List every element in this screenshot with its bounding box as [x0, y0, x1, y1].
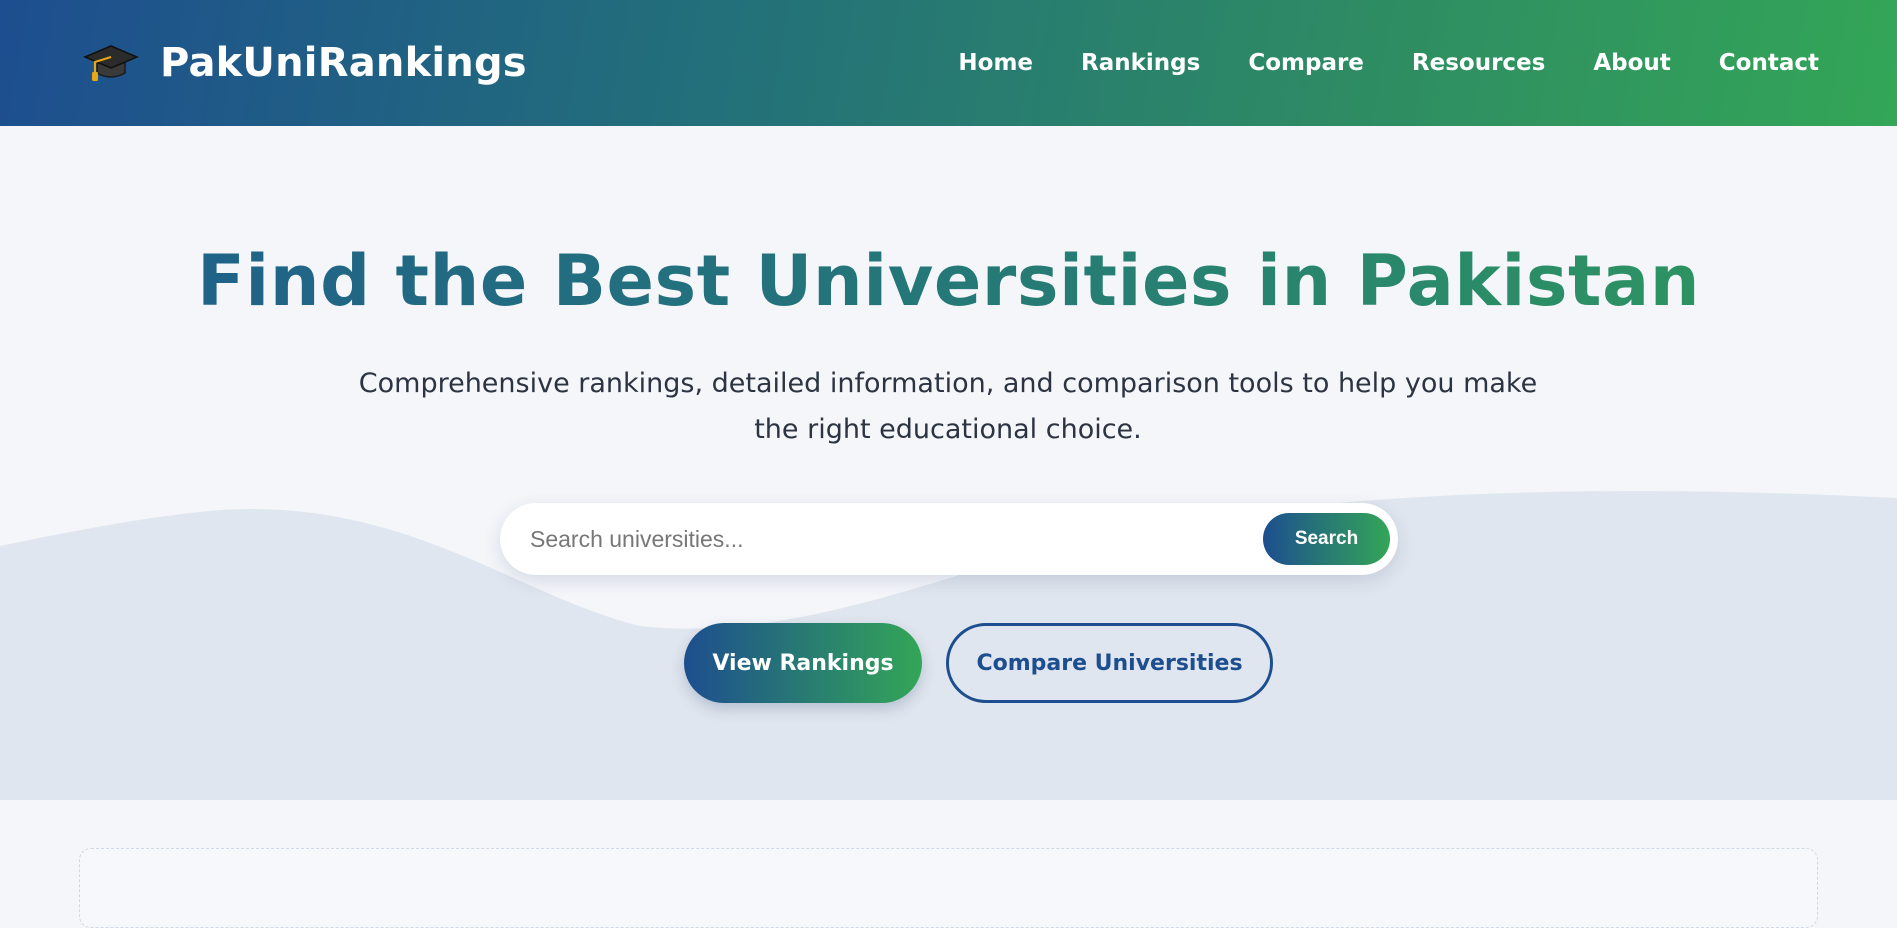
- nav-link-about[interactable]: About: [1593, 50, 1670, 76]
- compare-universities-button[interactable]: Compare Universities: [946, 623, 1273, 703]
- nav-link-compare[interactable]: Compare: [1248, 50, 1364, 76]
- main-nav: Home Rankings Compare Resources About Co…: [958, 50, 1819, 76]
- graduation-cap-icon: [82, 34, 140, 92]
- hero-subtitle: Comprehensive rankings, detailed informa…: [358, 368, 1538, 445]
- hero-title: Find the Best Universities in Pakistan: [0, 236, 1897, 326]
- nav-link-home[interactable]: Home: [958, 50, 1033, 76]
- search-button[interactable]: Search: [1263, 513, 1390, 565]
- view-rankings-button[interactable]: View Rankings: [684, 623, 922, 703]
- search-input[interactable]: [528, 503, 1263, 575]
- brand-name: PakUniRankings: [160, 40, 527, 86]
- top-navbar: PakUniRankings Home Rankings Compare Res…: [0, 0, 1897, 126]
- cta-buttons: View Rankings Compare Universities: [0, 623, 1897, 703]
- search-bar: Search: [500, 503, 1398, 575]
- nav-link-resources[interactable]: Resources: [1412, 50, 1545, 76]
- nav-link-contact[interactable]: Contact: [1719, 50, 1819, 76]
- nav-link-rankings[interactable]: Rankings: [1081, 50, 1200, 76]
- brand-logo-link[interactable]: PakUniRankings: [82, 34, 527, 92]
- content-card: [79, 848, 1818, 928]
- hero-section: Find the Best Universities in Pakistan C…: [0, 126, 1897, 800]
